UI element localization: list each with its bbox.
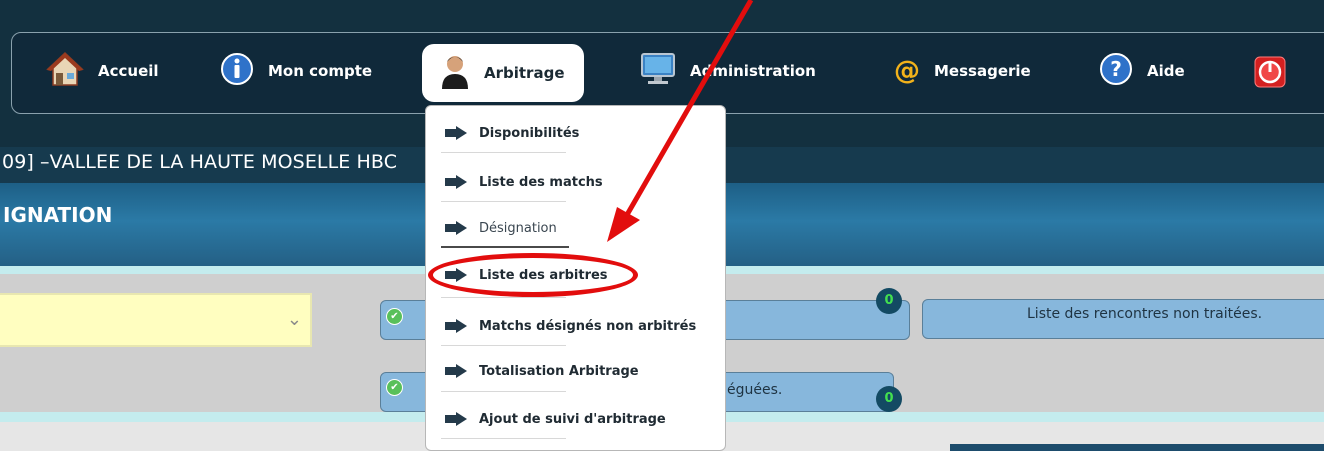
page: Accueil Mon compte Arbitrage Administrat… [0,0,1324,451]
annotation-arrow [607,0,754,242]
